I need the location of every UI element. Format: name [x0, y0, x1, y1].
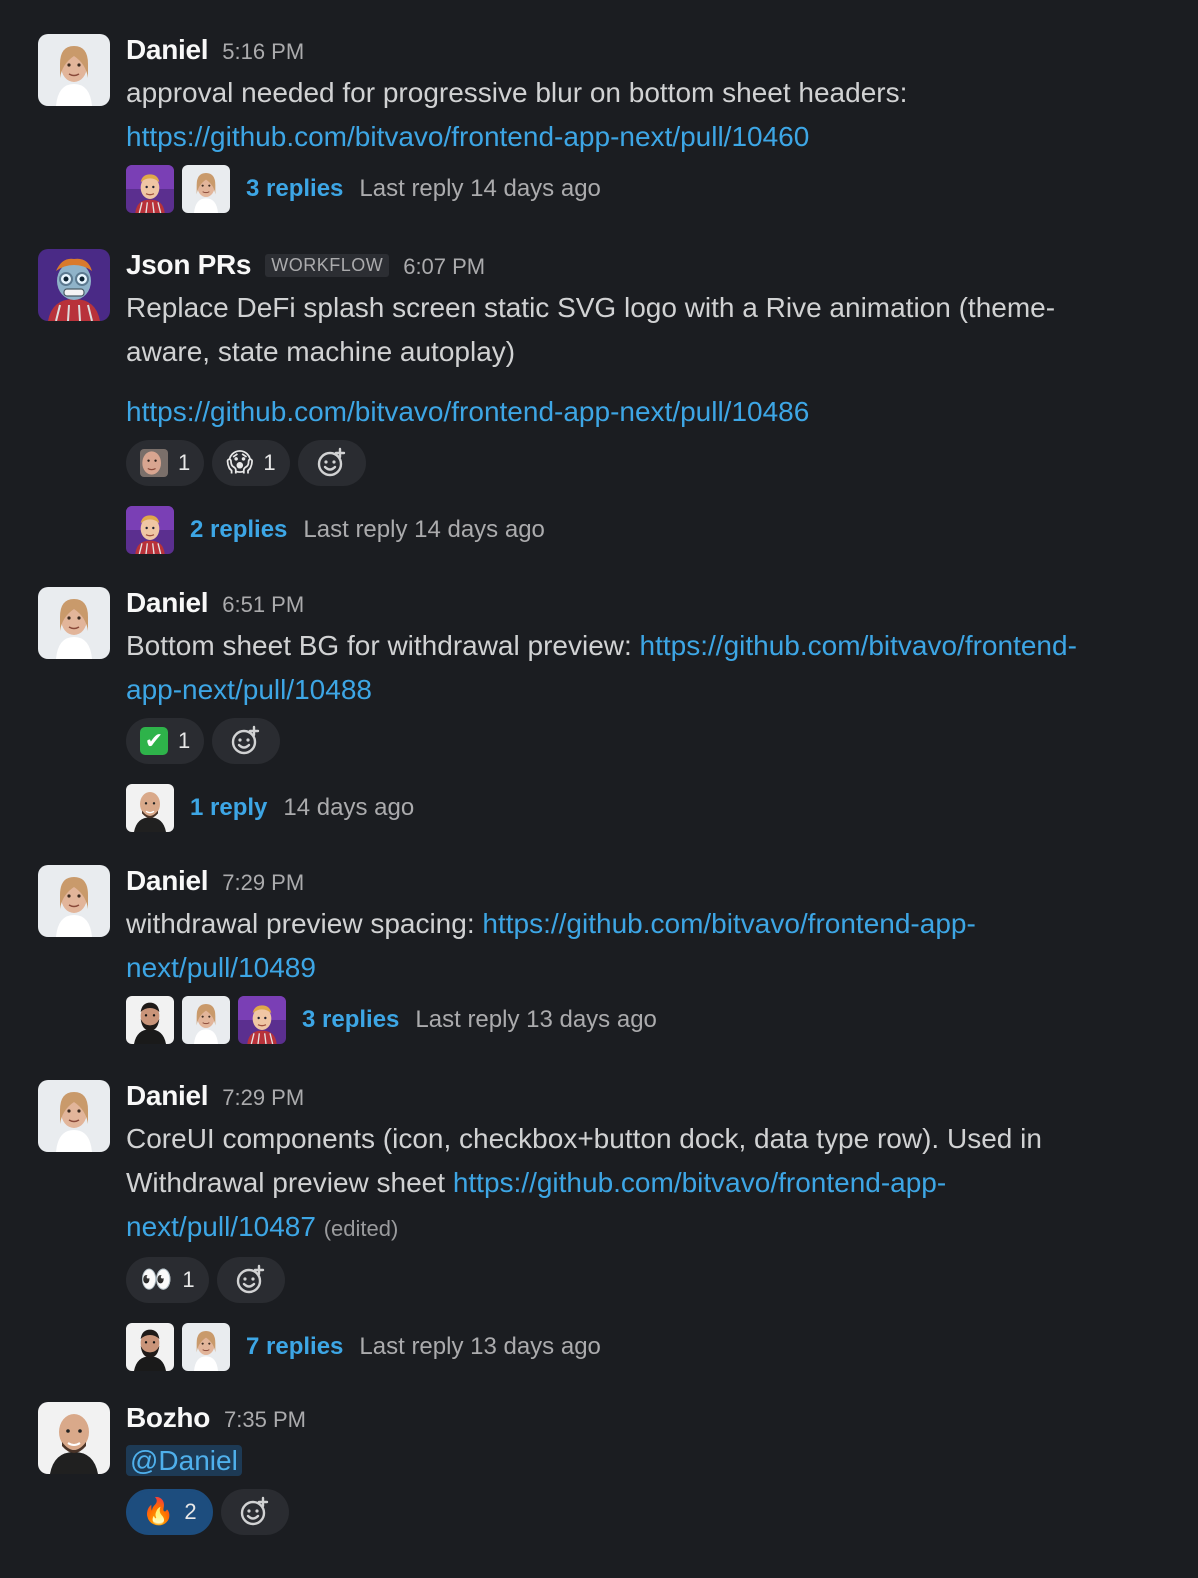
- add-reaction-button[interactable]: [220, 1489, 289, 1535]
- timestamp[interactable]: 5:16 PM: [222, 39, 304, 65]
- thread-summary[interactable]: 7 replies Last reply 13 days ago: [126, 1323, 1168, 1371]
- eyes-emoji-icon: 👀: [140, 1265, 173, 1295]
- avatar-image: [38, 249, 110, 321]
- reaction-count: 1: [178, 728, 191, 753]
- author-name[interactable]: Daniel: [126, 1080, 209, 1112]
- user-mention[interactable]: @Daniel: [126, 1445, 242, 1476]
- reactions: 🔥 2: [126, 1489, 1168, 1537]
- thread-avatar: [126, 165, 174, 213]
- timestamp[interactable]: 6:07 PM: [403, 254, 485, 280]
- add-emoji-icon: [316, 447, 348, 479]
- last-reply: 14 days ago: [283, 794, 415, 821]
- pr-link-continued[interactable]: next/pull/10487: [126, 1211, 316, 1242]
- reactions: ✔ 1: [126, 718, 1168, 766]
- add-emoji-icon: [235, 1264, 267, 1296]
- reactions: 👀 1: [126, 1257, 1168, 1305]
- avatar[interactable]: [38, 249, 110, 321]
- timestamp[interactable]: 7:35 PM: [224, 1407, 306, 1433]
- timestamp[interactable]: 7:29 PM: [222, 1085, 304, 1111]
- reaction-count: 2: [184, 1499, 197, 1524]
- reaction-pill[interactable]: 🔥 2: [126, 1489, 213, 1535]
- pr-link[interactable]: https://github.com/bitvavo/frontend-: [640, 630, 1077, 661]
- message-text: aware, state machine autoplay): [126, 336, 516, 367]
- last-reply: Last reply 13 days ago: [415, 1006, 657, 1033]
- message-text: withdrawal preview spacing:: [126, 908, 483, 939]
- reaction-count: 1: [263, 450, 276, 475]
- pr-link-continued[interactable]: app-next/pull/10488: [126, 674, 372, 705]
- thread-summary[interactable]: 2 replies Last reply 14 days ago: [126, 506, 1168, 554]
- edited-label: (edited): [323, 1216, 399, 1241]
- avatar[interactable]: [38, 865, 110, 937]
- author-name[interactable]: Json PRs: [126, 249, 252, 281]
- thread-summary[interactable]: 1 reply 14 days ago: [126, 784, 1168, 832]
- replies-count[interactable]: 2 replies: [190, 516, 287, 544]
- thread-avatar: [182, 996, 230, 1044]
- thread-summary[interactable]: 3 replies Last reply 14 days ago: [126, 165, 1168, 213]
- pr-link[interactable]: https://github.com/bitvavo/frontend-app-: [453, 1167, 946, 1198]
- avatar-image: [38, 1402, 110, 1474]
- check-mark-icon: ✔: [140, 727, 168, 755]
- avatar-image: [38, 865, 110, 937]
- avatar[interactable]: [38, 1080, 110, 1152]
- pr-link[interactable]: https://github.com/bitvavo/frontend-app-…: [126, 396, 809, 427]
- last-reply: Last reply 14 days ago: [359, 175, 601, 202]
- replies-count[interactable]: 7 replies: [246, 1333, 343, 1361]
- avatar[interactable]: [38, 587, 110, 659]
- reaction-count: 1: [178, 450, 191, 475]
- message-feed: Daniel 5:16 PM approval needed for progr…: [0, 0, 1198, 1578]
- thread-avatar: [126, 784, 174, 832]
- author-name[interactable]: Bozho: [126, 1402, 210, 1434]
- replies-count[interactable]: 3 replies: [246, 175, 343, 203]
- thread-avatar: [126, 1323, 174, 1371]
- reaction-pill[interactable]: 1: [126, 440, 205, 486]
- message-text: approval needed for progressive blur on …: [126, 77, 908, 108]
- add-emoji-icon: [239, 1496, 271, 1528]
- author-name[interactable]: Daniel: [126, 34, 209, 66]
- thread-avatar: [126, 996, 174, 1044]
- last-reply: Last reply 13 days ago: [359, 1333, 601, 1360]
- add-emoji-icon: [230, 725, 262, 757]
- thread-summary[interactable]: 3 replies Last reply 13 days ago: [126, 996, 1168, 1044]
- workflow-badge: WORKFLOW: [265, 254, 390, 277]
- reaction-pill[interactable]: 👀 1: [126, 1257, 209, 1303]
- thread-avatar: [238, 996, 286, 1044]
- message-text: Withdrawal preview sheet: [126, 1167, 453, 1198]
- avatar[interactable]: [38, 1402, 110, 1474]
- avatar-image: [38, 587, 110, 659]
- avatar-image: [38, 1080, 110, 1152]
- thread-avatar: [126, 506, 174, 554]
- pr-link[interactable]: https://github.com/bitvavo/frontend-app-…: [126, 121, 809, 152]
- message-text: CoreUI components (icon, checkbox+button…: [126, 1123, 1042, 1154]
- author-name[interactable]: Daniel: [126, 587, 209, 619]
- scream-emoji-icon: 😱: [226, 448, 254, 478]
- face-avatar-icon: [140, 449, 168, 477]
- avatar-image: [38, 34, 110, 106]
- timestamp[interactable]: 6:51 PM: [222, 592, 304, 618]
- timestamp[interactable]: 7:29 PM: [222, 870, 304, 896]
- reactions: 1 😱 1: [126, 440, 1168, 488]
- pr-link-continued[interactable]: next/pull/10489: [126, 952, 316, 983]
- last-reply: Last reply 14 days ago: [303, 516, 545, 543]
- fire-emoji-icon: 🔥: [142, 1497, 175, 1527]
- replies-count[interactable]: 1 reply: [190, 794, 267, 822]
- add-reaction-button[interactable]: [216, 1257, 285, 1303]
- message-text: Replace DeFi splash screen static SVG lo…: [126, 292, 1056, 323]
- add-reaction-button[interactable]: [297, 440, 366, 486]
- reaction-pill[interactable]: 😱 1: [212, 440, 290, 486]
- thread-avatar: [182, 1323, 230, 1371]
- message-text: Bottom sheet BG for withdrawal preview:: [126, 630, 640, 661]
- thread-avatar: [182, 165, 230, 213]
- pr-link[interactable]: https://github.com/bitvavo/frontend-app-: [482, 908, 975, 939]
- add-reaction-button[interactable]: [212, 718, 281, 764]
- reaction-count: 1: [182, 1267, 195, 1292]
- reaction-pill[interactable]: ✔ 1: [126, 718, 205, 764]
- avatar[interactable]: [38, 34, 110, 106]
- replies-count[interactable]: 3 replies: [302, 1006, 399, 1034]
- author-name[interactable]: Daniel: [126, 865, 209, 897]
